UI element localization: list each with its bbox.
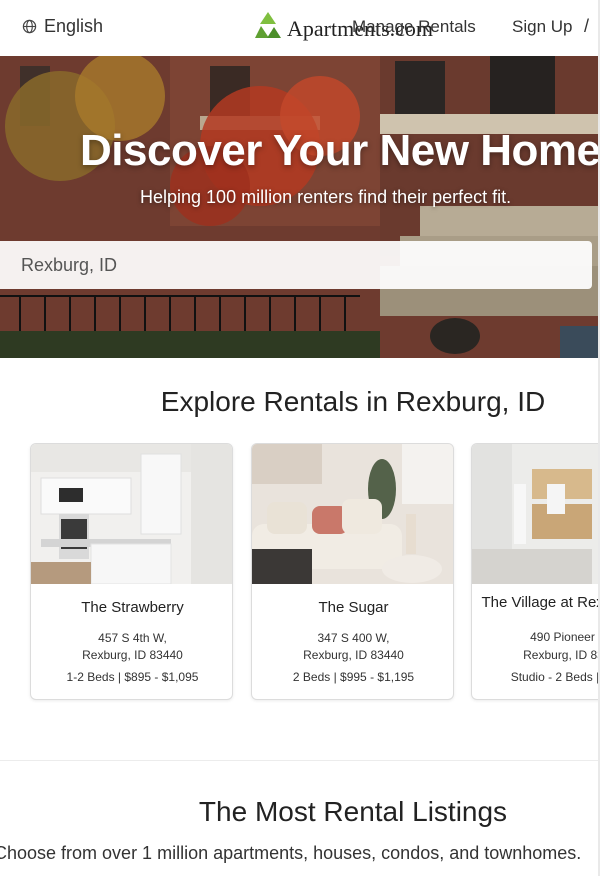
rental-card-address: 490 Pioneer Rd, (530, 630, 600, 644)
recycle-logo-icon (252, 10, 284, 47)
rental-card-details: Studio - 2 Beds | $850+ (510, 670, 600, 684)
rental-card[interactable]: The Village at Rexburg LLC 490 Pioneer R… (471, 443, 600, 700)
rental-card-city: Rexburg, ID 83440 (82, 648, 183, 662)
listings-section-subtitle: Choose from over 1 million apartments, h… (0, 843, 582, 863)
rental-card-photo (472, 444, 600, 584)
rental-card-address: 457 S 4th W, (98, 631, 167, 645)
listings-section-title: The Most Rental Listings (198, 796, 508, 827)
rental-card-photo (252, 444, 453, 584)
manage-rentals-link[interactable]: Manage Rentals (352, 17, 476, 37)
hero-title: Discover Your New Home (80, 126, 600, 175)
rental-card-carousel: The Strawberry 457 S 4th W, Rexburg, ID … (0, 443, 600, 703)
rental-card-address: 347 S 400 W, (317, 631, 390, 645)
rental-card-name: The Strawberry (81, 599, 184, 616)
hero-subtitle: Helping 100 million renters find their p… (140, 187, 512, 207)
section-divider (0, 760, 600, 761)
hero-banner: Discover Your New Home Helping 100 milli… (0, 56, 600, 358)
rental-card-details: 1-2 Beds | $895 - $1,095 (66, 670, 199, 684)
rental-card-photo (31, 444, 232, 584)
rental-card[interactable]: The Strawberry 457 S 4th W, Rexburg, ID … (30, 443, 233, 700)
language-label: English (44, 16, 104, 36)
language-selector[interactable]: English (22, 16, 103, 37)
nav-separator: / (584, 16, 590, 36)
rental-card-details: 2 Beds | $995 - $1,195 (292, 670, 415, 684)
location-search-input[interactable] (0, 241, 592, 289)
rental-card-city: Rexburg, ID 83440 (303, 648, 404, 662)
globe-icon (22, 19, 37, 34)
sign-up-link[interactable]: Sign Up (512, 17, 572, 37)
rental-card[interactable]: The Sugar 347 S 400 W, Rexburg, ID 83440… (251, 443, 454, 700)
explore-section-title: Explore Rentals in Rexburg, ID (160, 386, 546, 417)
rental-card-city: Rexburg, ID 83440 (523, 648, 600, 662)
rental-card-name: The Village at Rexburg LLC (481, 594, 600, 611)
site-logo[interactable]: Apartments.com (252, 10, 433, 47)
rental-card-name: The Sugar (318, 599, 389, 616)
site-header: English Apartments.com Manage Rentals Si… (0, 0, 600, 56)
